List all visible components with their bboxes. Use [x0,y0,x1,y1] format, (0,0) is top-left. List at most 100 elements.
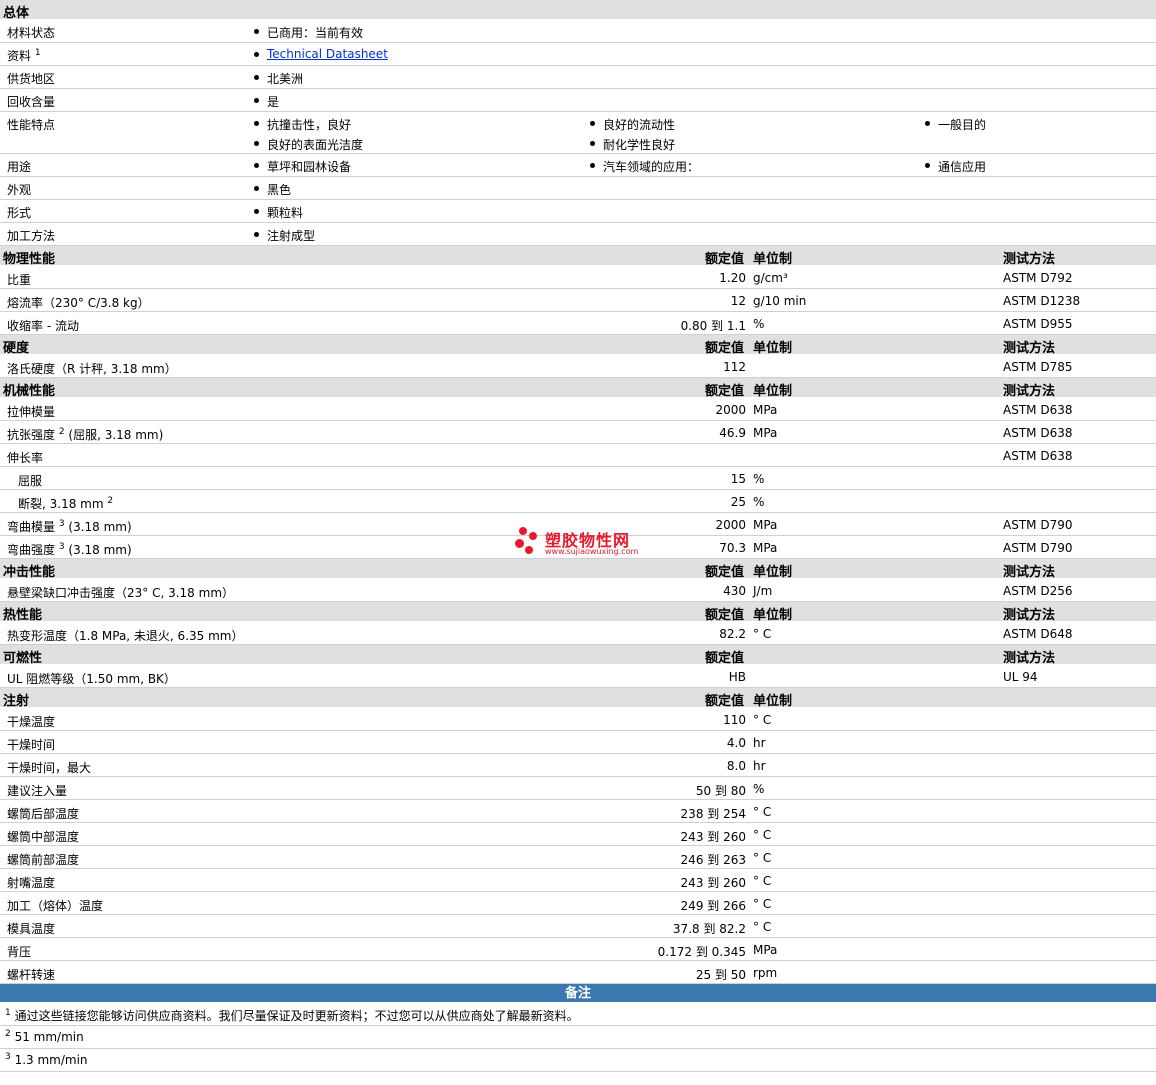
label-text: 建议注入量 [7,784,68,798]
property-label: 加工（熔体）温度 [7,897,103,914]
header-value: 额定值 [705,608,745,623]
general-row-label: 外观 [7,181,31,198]
section-header: 注射 额定值 单位制 [0,688,1156,709]
note-content: 51 mm/min [14,1030,84,1044]
bullet-text: 是 [267,95,280,109]
bullet-item: 一般目的 [924,116,986,133]
general-row: 用途 草坪和园林设备 汽车领域的应用： 通信应用 [0,154,1156,177]
label-text: 回收含量 [7,95,56,109]
label-text: 模具温度 [7,922,56,936]
label-text: 干燥温度 [7,715,56,729]
property-unit: hr [753,759,766,773]
property-unit: MPa [753,943,778,957]
property-value: 25 [730,495,746,509]
property-unit: hr [753,736,766,750]
general-row: 性能特点 抗撞击性，良好 良好的流动性 一般目的 良好的表面光洁度 耐化学性良好 [0,112,1156,154]
property-value: 25 到 50 [695,968,746,982]
header-method: 测试方法 [1003,608,1056,623]
property-unit: ° C [753,920,772,934]
header-unit: 单位制 [753,384,793,399]
general-row: 供货地区 北美洲 [0,66,1156,89]
section-title: 机械性能 [3,384,56,399]
property-row: 拉伸模量 2000 MPa ASTM D638 [0,398,1156,421]
bullet-item: 草坪和园林设备 [253,158,351,175]
bullet-text: 黑色 [267,183,292,197]
bullet-item: 已商用：当前有效 [253,24,363,41]
section-header: 冲击性能 额定值 单位制 测试方法 [0,559,1156,580]
label-text: 用途 [7,160,32,174]
general-row-label: 加工方法 [7,227,55,244]
property-method: ASTM D648 [1003,627,1073,641]
label-text: 洛氏硬度（R 计秤, 3.18 mm） [7,362,177,376]
label-text: 背压 [7,945,32,959]
section-header: 硬度 额定值 单位制 测试方法 [0,335,1156,356]
bullet-item: Technical Datasheet [253,47,388,61]
property-unit: ° C [753,851,772,865]
watermark-dot-icon [519,527,527,535]
general-row-label: 供货地区 [7,70,55,87]
property-unit: ° C [753,897,772,911]
property-unit: % [753,782,765,796]
label-suffix: (3.18 mm) [64,543,132,557]
property-row: 洛氏硬度（R 计秤, 3.18 mm） 112 ASTM D785 [0,355,1156,378]
label-text: 拉伸模量 [7,405,56,419]
property-row: 抗张强度 2 (屈服, 3.18 mm) 46.9 MPa ASTM D638 [0,421,1156,444]
property-unit: MPa [753,426,778,440]
property-label: 断裂, 3.18 mm 2 [18,495,113,512]
label-text: 射嘴温度 [7,876,56,890]
technical-datasheet-link[interactable]: Technical Datasheet [267,47,388,61]
property-label: 悬壁梁缺口冲击强度（23° C, 3.18 mm） [7,584,234,601]
general-row-label: 性能特点 [7,116,55,133]
bullet-item: 抗撞击性，良好 [253,116,351,133]
property-label: 伸长率 [7,449,43,466]
section-title: 热性能 [3,608,43,623]
property-row: 螺杆转速 25 到 50 rpm [0,961,1156,984]
header-unit: 单位制 [753,608,793,623]
label-text: 加工（熔体）温度 [7,899,104,913]
note-row: 3 1.3 mm/min [0,1049,1156,1072]
section-title: 物理性能 [3,252,56,267]
property-row: 比重 1.20 g/cm³ ASTM D792 [0,266,1156,289]
header-value: 额定值 [705,252,745,267]
property-method: ASTM D638 [1003,426,1073,440]
header-unit: 单位制 [753,341,793,356]
property-label: 模具温度 [7,920,55,937]
note-text: 1 通过这些链接您能够访问供应商资料。我们尽量保证及时更新资料；不过您可以从供应… [5,1007,579,1024]
header-value: 额定值 [705,384,745,399]
section-title: 可燃性 [3,651,43,666]
property-label: 干燥时间，最大 [7,759,91,776]
general-row-label: 回收含量 [7,93,55,110]
section-header: 热性能 额定值 单位制 测试方法 [0,602,1156,623]
watermark-dot-icon [529,532,537,540]
header-value: 额定值 [705,565,745,580]
general-row: 外观 黑色 [0,177,1156,200]
property-unit: J/m [753,584,773,598]
note-content: 通过这些链接您能够访问供应商资料。我们尽量保证及时更新资料；不过您可以从供应商处… [14,1009,579,1023]
footnote-number: 3 [5,1052,11,1062]
property-value: 110 [723,713,746,727]
property-label: 干燥温度 [7,713,55,730]
general-row-label: 形式 [7,204,31,221]
property-row: 断裂, 3.18 mm 2 25% [0,490,1156,513]
bullet-item: 是 [253,93,279,110]
property-value: 430 [723,584,746,598]
note-row: 1 通过这些链接您能够访问供应商资料。我们尽量保证及时更新资料；不过您可以从供应… [0,1003,1156,1026]
bullet-text: 已商用：当前有效 [267,26,364,40]
bullet-item: 通信应用 [924,158,986,175]
property-row: 螺筒后部温度 238 到 254 ° C [0,800,1156,823]
property-label: 射嘴温度 [7,874,55,891]
property-row: 模具温度 37.8 到 82.2 ° C [0,915,1156,938]
label-text: 材料状态 [7,26,56,40]
property-method: ASTM D638 [1003,449,1073,463]
label-text: 螺筒中部温度 [7,830,80,844]
property-method: ASTM D955 [1003,317,1073,331]
property-label: 螺筒中部温度 [7,828,79,845]
property-method: ASTM D256 [1003,584,1073,598]
property-value: 50 到 80 [695,784,746,798]
property-label: 弯曲模量 3 (3.18 mm) [7,518,132,535]
label-text: 弯曲模量 [7,520,56,534]
watermark-dot-icon [515,539,524,548]
bullet-item: 北美洲 [253,70,303,87]
label-text: 伸长率 [7,451,44,465]
bullet-item: 良好的流动性 [589,116,675,133]
